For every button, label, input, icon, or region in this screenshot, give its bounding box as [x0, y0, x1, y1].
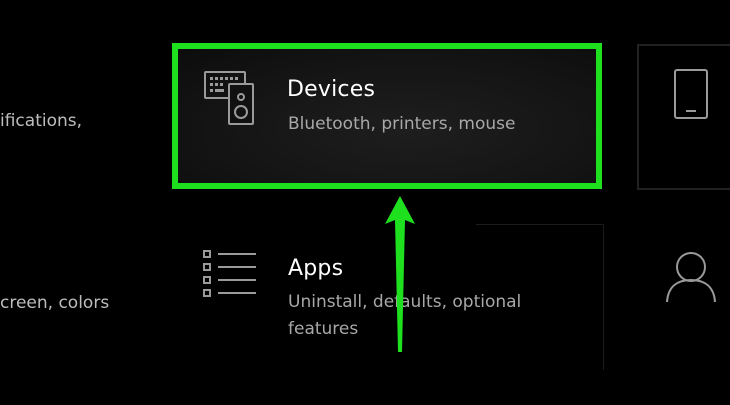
phone-icon	[674, 69, 708, 119]
person-icon	[666, 252, 716, 303]
list-icon	[203, 250, 256, 297]
up-arrow-icon	[385, 196, 415, 352]
keyboard-speaker-icon	[204, 71, 254, 125]
devices-tile[interactable]: Devices Bluetooth, printers, mouse	[172, 43, 602, 189]
devices-title: Devices	[287, 77, 376, 102]
left-item-display-desc: creen, colors	[0, 293, 110, 313]
apps-subtitle: Uninstall, defaults, optional features	[288, 292, 522, 339]
apps-title: Apps	[288, 256, 344, 281]
left-item-notifications-desc: ifications,	[0, 111, 83, 131]
devices-subtitle: Bluetooth, printers, mouse	[288, 114, 516, 134]
